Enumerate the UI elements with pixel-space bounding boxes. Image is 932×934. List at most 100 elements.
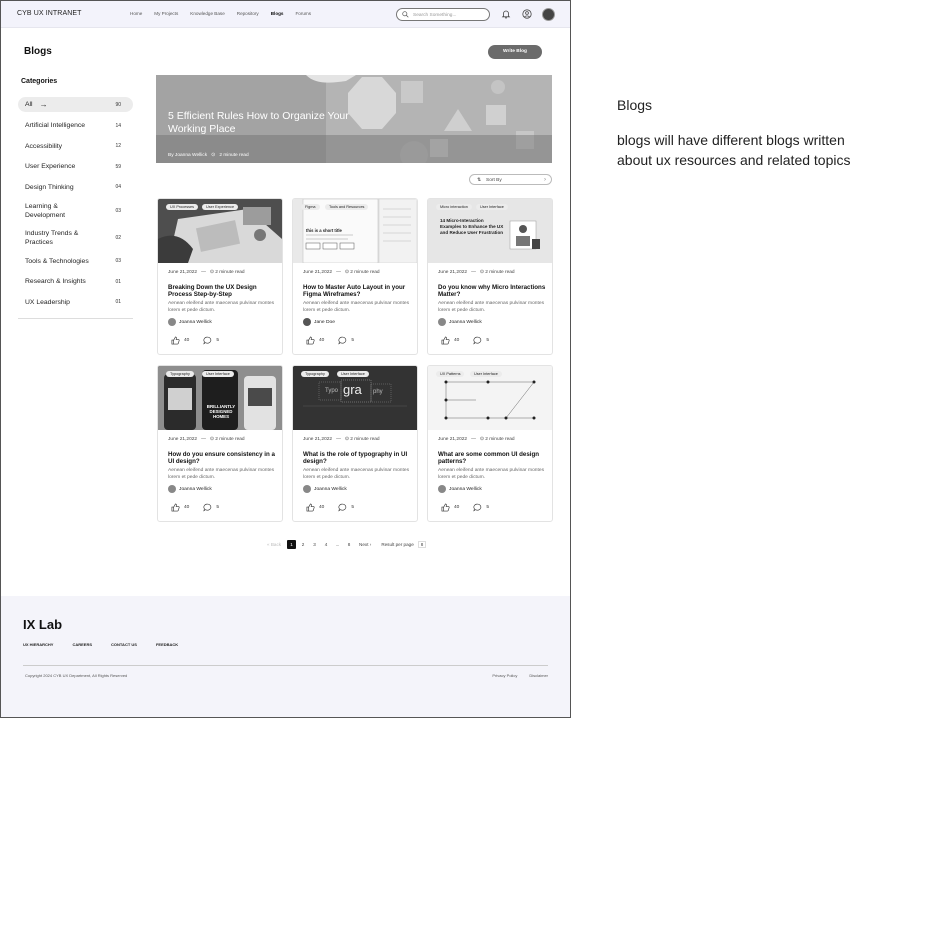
page-button[interactable]: 4 (322, 540, 331, 549)
comment-icon (473, 336, 482, 345)
page-button[interactable]: 3 (310, 540, 319, 549)
comment-button[interactable]: 5 (203, 503, 219, 512)
card-author[interactable]: Joanna Wellick (303, 485, 347, 493)
category-item-accessibility[interactable]: Accessibility 12 (18, 136, 133, 156)
tag-chip[interactable]: Typography (166, 371, 194, 377)
card-author[interactable]: Joanna Wellick (168, 318, 212, 326)
footer-brand[interactable]: IX Lab (23, 617, 62, 632)
tag-chip[interactable]: Micro interaction (436, 204, 472, 210)
nav-repository[interactable]: Repository (237, 11, 259, 16)
blog-card[interactable]: this is a short title Figma Tools and Re… (292, 198, 418, 355)
bell-icon[interactable] (501, 9, 511, 19)
tag-chip[interactable]: Figma (301, 204, 320, 210)
results-per-page-label: Result per page (381, 542, 414, 547)
card-excerpt: Aenean eleifend ante maecenas pulvinar m… (438, 468, 545, 480)
nav-forums[interactable]: Forums (295, 11, 311, 16)
like-button[interactable]: 40 (441, 503, 459, 512)
footer-link-feedback[interactable]: FEEDBACK (156, 642, 178, 647)
category-item-design-thinking[interactable]: Design Thinking 04 (18, 177, 133, 197)
disclaimer-link[interactable]: Disclaimer (529, 673, 548, 678)
blog-card[interactable]: UX Patterns User Interface June 21,2022—… (427, 365, 553, 522)
like-button[interactable]: 40 (171, 336, 189, 345)
comment-button[interactable]: 5 (473, 336, 489, 345)
privacy-policy-link[interactable]: Privacy Policy (492, 673, 517, 678)
brand-logo[interactable]: CYB UX INTRANET (17, 10, 82, 17)
card-title[interactable]: Do you know why Micro Interactions Matte… (438, 284, 548, 299)
clock-icon: ⊙ (211, 152, 216, 158)
card-meta: June 21,2022— ⊙ 2 minute read (303, 437, 380, 442)
category-count: 04 (115, 184, 121, 190)
search-input[interactable]: Search Something... (396, 8, 490, 21)
comment-button[interactable]: 5 (338, 336, 354, 345)
user-circle-icon[interactable] (522, 9, 532, 19)
footer-link-careers[interactable]: CAREERS (72, 642, 92, 647)
comment-button[interactable]: 5 (473, 503, 489, 512)
card-title[interactable]: How to Master Auto Layout in your Figma … (303, 284, 413, 299)
sort-by-dropdown[interactable]: ⇅ Sort By › (469, 174, 552, 185)
like-button[interactable]: 40 (306, 503, 324, 512)
card-title[interactable]: What is the role of typography in UI des… (303, 451, 413, 466)
blog-card[interactable]: UX Processes User Experience June 21,202… (157, 198, 283, 355)
tag-chip[interactable]: Tools and Resources (325, 204, 369, 210)
blog-card[interactable]: Typo gra phy Typography User Interface J… (292, 365, 418, 522)
tag-chip[interactable]: User Interface (476, 204, 508, 210)
nav-my-projects[interactable]: My Projects (154, 11, 178, 16)
page-button[interactable]: 2 (299, 540, 308, 549)
tag-chip[interactable]: UX Patterns (436, 371, 465, 377)
blog-card[interactable]: BRILLIANTLY DESIGNED HOMES Typography Us… (157, 365, 283, 522)
card-excerpt: Aenean eleifend ante maecenas pulvinar m… (303, 468, 410, 480)
card-author[interactable]: Joanna Wellick (438, 485, 482, 493)
comment-button[interactable]: 5 (203, 336, 219, 345)
card-meta: June 21,2022— ⊙ 2 minute read (438, 270, 515, 275)
sort-label: Sort By (486, 177, 502, 183)
results-per-page-select[interactable]: 8 (417, 541, 427, 548)
like-button[interactable]: 40 (441, 336, 459, 345)
category-item-ux-leadership[interactable]: UX Leadership 01 (18, 292, 133, 312)
category-item-ai[interactable]: Artificial Intelligence 14 (18, 115, 133, 136)
tag-chip[interactable]: User Interface (337, 371, 369, 377)
tag-chip[interactable]: User Interface (470, 371, 502, 377)
tag-chip[interactable]: User Experience (202, 204, 239, 210)
like-button[interactable]: 40 (306, 336, 324, 345)
author-avatar (168, 318, 176, 326)
tag-chip[interactable]: UX Processes (166, 204, 199, 210)
blog-thumbnail: UX Processes User Experience (158, 199, 282, 263)
like-button[interactable]: 40 (171, 503, 189, 512)
prev-page-button[interactable]: « Back (267, 542, 281, 547)
write-blog-button[interactable]: Write Blog (488, 45, 542, 59)
featured-blog-hero[interactable]: 5 Efficient Rules How to Organize Your W… (156, 75, 552, 163)
tag-chip[interactable]: User Interface (202, 371, 234, 377)
card-stats: 40 5 (441, 503, 503, 512)
nav-blogs[interactable]: Blogs (271, 11, 284, 16)
comment-icon (473, 503, 482, 512)
nav-knowledge-base[interactable]: Knowledge Base (190, 11, 224, 16)
category-count: 59 (115, 163, 121, 170)
hero-title[interactable]: 5 Efficient Rules How to Organize Your W… (168, 110, 368, 136)
category-item-user-experience[interactable]: User Experience 59 (18, 156, 133, 177)
blog-thumbnail: Typo gra phy Typography User Interface (293, 366, 417, 430)
category-item-research[interactable]: Research & Insights 01 (18, 271, 133, 292)
card-author[interactable]: Joanna Wellick (168, 485, 212, 493)
card-title[interactable]: Breaking Down the UX Design Process Step… (168, 284, 278, 299)
card-author[interactable]: Jane Doe (303, 318, 335, 326)
category-item-industry-trends[interactable]: Industry Trends & Practices 02 (18, 225, 133, 251)
tag-chip[interactable]: Typography (301, 371, 329, 377)
category-label: Artificial Intelligence (25, 122, 86, 129)
card-author[interactable]: Joanna Wellick (438, 318, 482, 326)
card-title[interactable]: What are some common UI design patterns? (438, 451, 548, 466)
footer-link-contact[interactable]: CONTACT US (111, 642, 137, 647)
footer-link-ux-hierarchy[interactable]: UX HIERARCHY (23, 642, 53, 647)
blog-card[interactable]: 14 Micro-Interaction Examples to Enhance… (427, 198, 553, 355)
category-item-all[interactable]: All → 90 (18, 97, 133, 112)
next-page-button[interactable]: Next › (359, 542, 371, 547)
profile-avatar[interactable] (542, 8, 555, 21)
author-avatar (438, 318, 446, 326)
category-item-tools[interactable]: Tools & Technologies 03 (18, 251, 133, 271)
nav-home[interactable]: Home (130, 11, 142, 16)
category-item-learning[interactable]: Learning & Development 03 (18, 197, 133, 225)
comment-button[interactable]: 5 (338, 503, 354, 512)
hero-read-time: 2 minute read (219, 152, 249, 158)
page-button[interactable]: 1 (287, 540, 297, 549)
page-button[interactable]: 8 (345, 540, 354, 549)
card-title[interactable]: How do you ensure consistency in a UI de… (168, 451, 278, 466)
